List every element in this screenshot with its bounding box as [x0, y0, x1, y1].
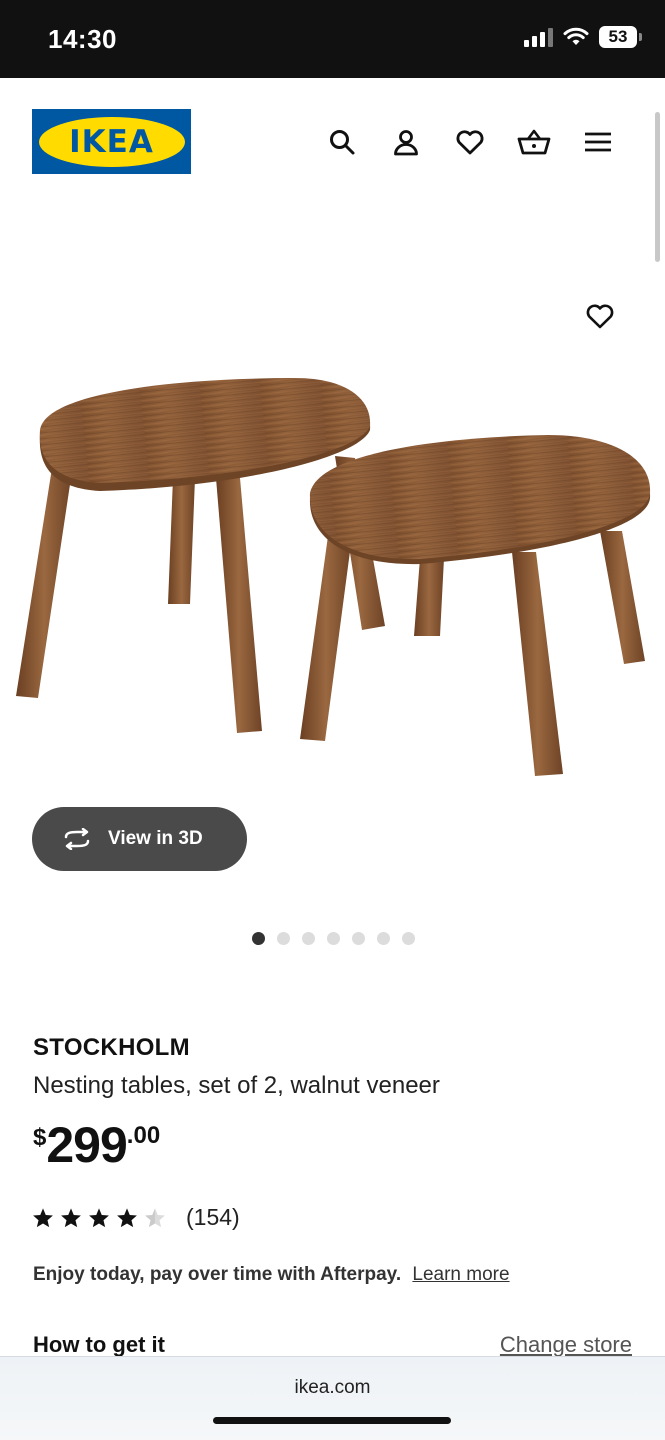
add-to-wishlist-button[interactable] — [578, 294, 622, 338]
carousel-dot[interactable] — [377, 932, 390, 945]
carousel-dot[interactable] — [327, 932, 340, 945]
site-header: IKEA — [0, 78, 665, 206]
carousel-dot[interactable] — [302, 932, 315, 945]
cellular-signal-icon — [524, 27, 553, 47]
image-carousel-dots — [0, 932, 665, 945]
rotate-3d-icon — [64, 828, 90, 850]
view-in-3d-label: View in 3D — [108, 828, 203, 849]
account-icon — [394, 130, 418, 156]
afterpay-message: Enjoy today, pay over time with Afterpay… — [33, 1264, 510, 1286]
wifi-icon — [563, 27, 589, 45]
heart-icon — [456, 130, 484, 155]
browser-address-bar[interactable]: ikea.com — [0, 1356, 665, 1440]
review-count[interactable]: (154) — [186, 1204, 240, 1231]
logo-text: IKEA — [69, 123, 154, 160]
product-price: $ 299 .00 — [33, 1118, 160, 1172]
status-bar: 14:30 53 — [0, 0, 665, 78]
heart-icon — [586, 304, 614, 329]
carousel-dot[interactable] — [402, 932, 415, 945]
carousel-dot[interactable] — [252, 932, 265, 945]
price-currency: $ — [33, 1124, 47, 1151]
price-integer: 299 — [46, 1117, 127, 1173]
change-store-link[interactable]: Change store — [500, 1332, 632, 1358]
shopping-bag-button[interactable] — [514, 122, 554, 162]
shopping-basket-icon — [517, 129, 551, 155]
product-description: Nesting tables, set of 2, walnut veneer — [33, 1072, 440, 1099]
product-name: STOCKHOLM — [33, 1034, 190, 1061]
star-full-icon — [89, 1207, 109, 1227]
star-full-icon — [33, 1207, 53, 1227]
home-indicator[interactable] — [213, 1417, 451, 1424]
wishlist-button[interactable] — [450, 122, 490, 162]
product-image-gallery[interactable]: View in 3D — [0, 206, 665, 906]
header-actions — [322, 122, 618, 162]
view-in-3d-button[interactable]: View in 3D — [32, 807, 247, 871]
hamburger-menu-icon — [585, 132, 611, 152]
rating-stars — [32, 1207, 166, 1229]
carousel-dot[interactable] — [352, 932, 365, 945]
battery-indicator: 53 — [599, 26, 642, 48]
product-rating[interactable]: (154) — [32, 1204, 240, 1231]
account-button[interactable] — [386, 122, 426, 162]
right-table — [300, 435, 651, 776]
afterpay-text: Enjoy today, pay over time with Afterpay… — [33, 1264, 402, 1285]
url-text[interactable]: ikea.com — [0, 1377, 665, 1399]
menu-button[interactable] — [578, 122, 618, 162]
star-half-icon — [145, 1207, 165, 1227]
product-photo — [16, 378, 651, 776]
status-time: 14:30 — [48, 24, 117, 54]
search-button[interactable] — [322, 122, 362, 162]
how-to-get-it-heading: How to get it — [33, 1332, 165, 1357]
carousel-dot[interactable] — [277, 932, 290, 945]
afterpay-learn-more-link[interactable]: Learn more — [412, 1264, 509, 1285]
price-decimal: .00 — [126, 1122, 161, 1149]
star-full-icon — [117, 1207, 137, 1227]
search-icon — [330, 130, 355, 155]
star-full-icon — [61, 1207, 81, 1227]
logo-oval: IKEA — [38, 116, 185, 167]
status-icons: 53 — [524, 26, 642, 48]
ikea-logo[interactable]: IKEA — [32, 109, 191, 174]
